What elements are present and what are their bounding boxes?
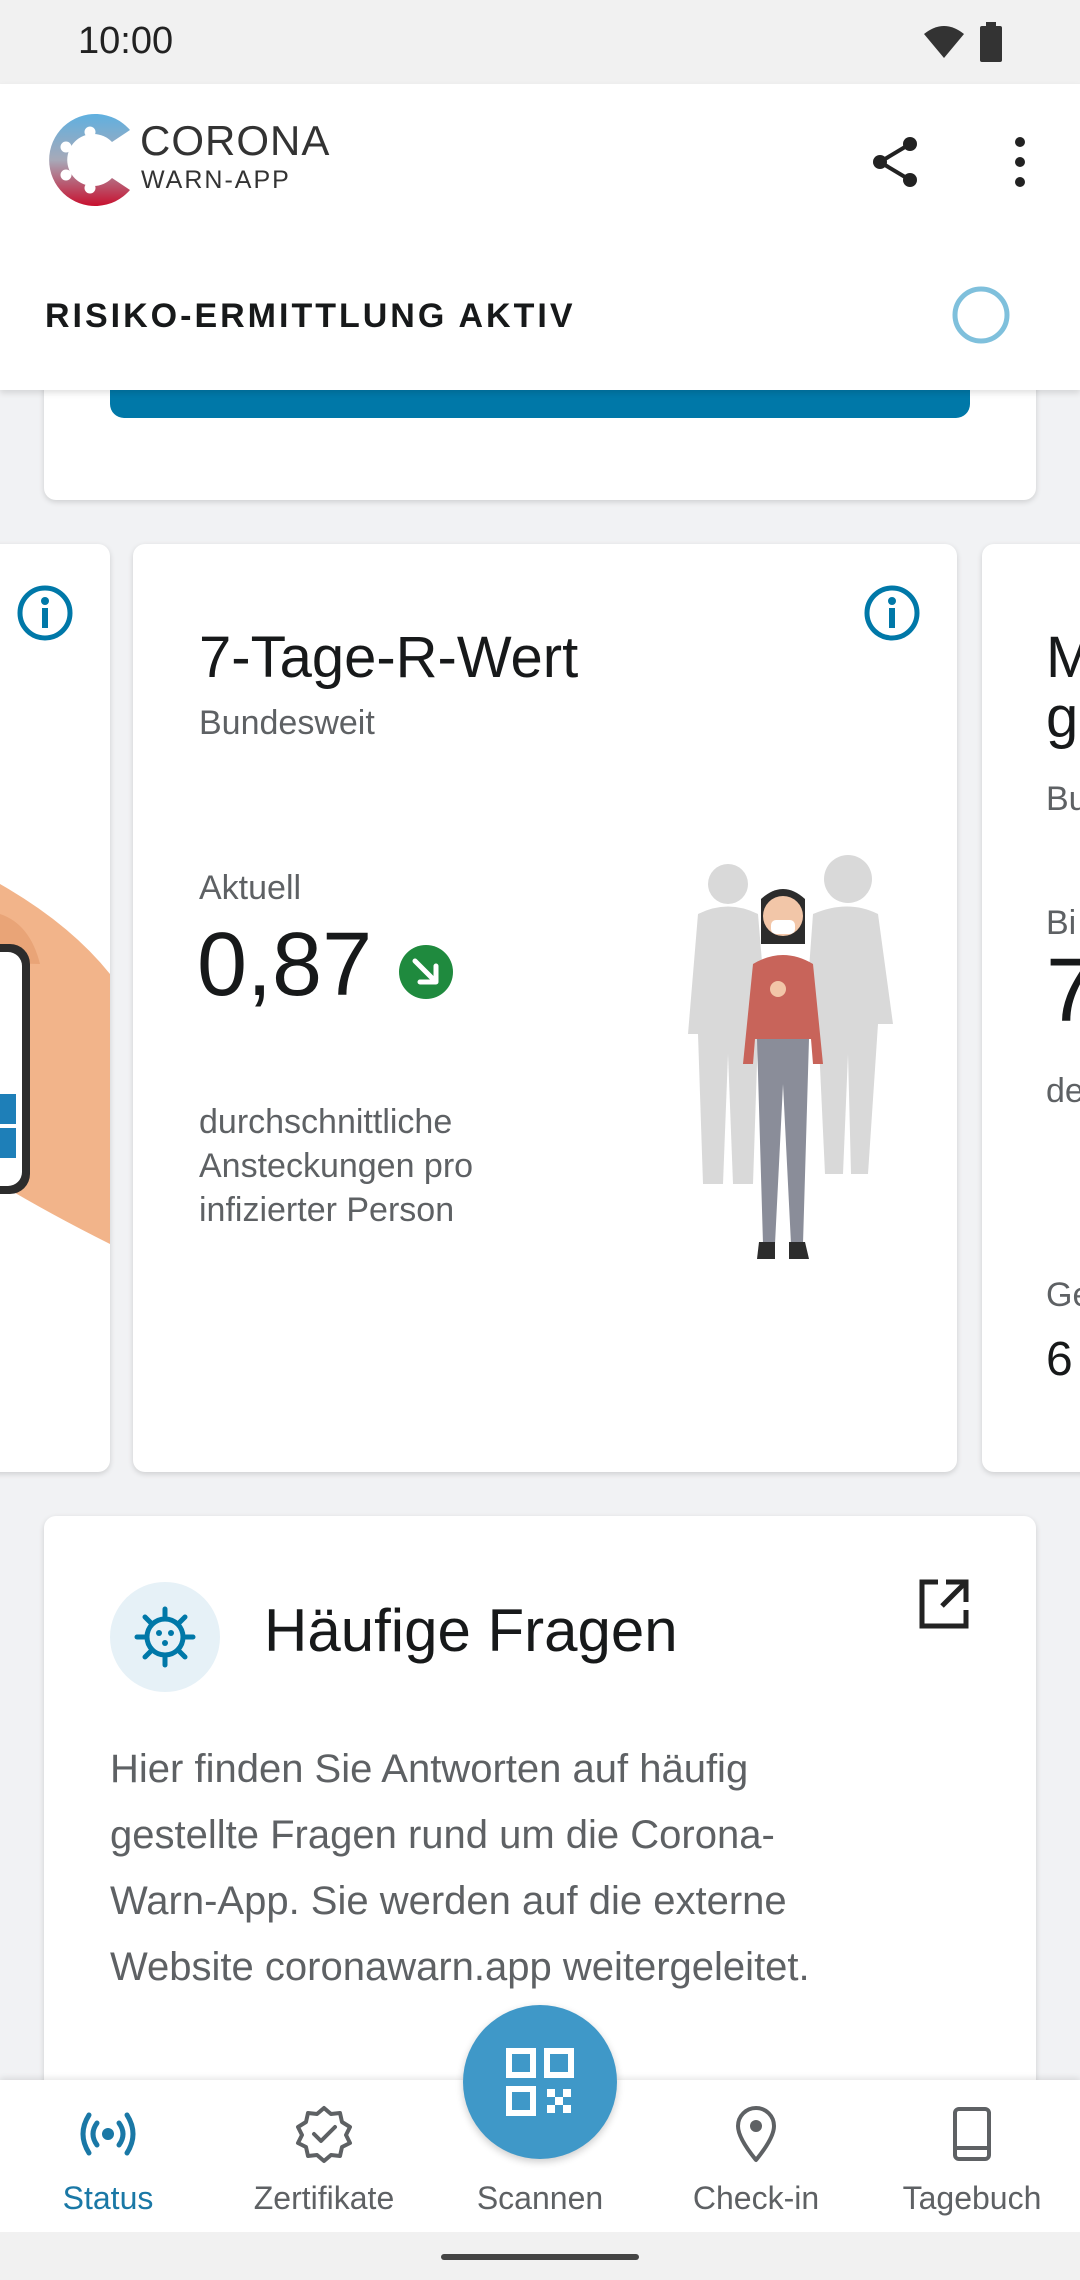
external-link-icon[interactable]	[916, 1576, 972, 1632]
app-screen: 10:00 CORONA WARN-APP RISIKO-ERMITTLUNG …	[0, 0, 1080, 2280]
app-header: CORONA WARN-APP RISIKO-ERMITTLUNG AKTIV	[0, 84, 1080, 390]
info-icon[interactable]	[863, 584, 921, 642]
nav-item-tagebuch[interactable]: Tagebuch	[864, 2080, 1080, 2232]
card-title: 7-Tage-R-Wert	[199, 625, 579, 690]
nav-item-check-in[interactable]: Check-in	[648, 2080, 864, 2232]
footer-value-partial: 6	[1046, 1333, 1073, 1386]
footer-label-partial: Ge	[1046, 1276, 1080, 1314]
risk-status-label: RISIKO-ERMITTLUNG AKTIV	[45, 297, 576, 335]
clock: 10:00	[78, 20, 174, 62]
card-title-partial: M	[1046, 625, 1080, 690]
value-partial: 7	[1046, 941, 1080, 1041]
home-gesture-handle[interactable]	[441, 2254, 639, 2260]
value-label: Aktuell	[199, 869, 302, 907]
nav-item-zertifikate[interactable]: Zertifikate	[216, 2080, 432, 2232]
card-subtitle: Bundesweit	[199, 704, 375, 742]
status-bar: 10:00	[0, 0, 1080, 84]
broadcast-icon	[80, 2112, 136, 2156]
book-icon	[953, 2107, 991, 2161]
virus-icon	[134, 1606, 196, 1668]
nav-item-label: Scannen	[476, 2180, 604, 2216]
info-icon[interactable]	[16, 584, 74, 642]
nav-item-status[interactable]: Status	[0, 2080, 216, 2232]
brand-subtitle: WARN-APP	[141, 166, 291, 194]
stat-card-previous[interactable]	[0, 544, 110, 1472]
value-description-partial: de	[1046, 1072, 1080, 1110]
battery-icon	[980, 22, 1002, 62]
nav-item-label: Zertifikate	[253, 2180, 395, 2216]
stat-card-next[interactable]: M g Bu Bi 7 de Ge 6	[982, 544, 1080, 1472]
share-icon[interactable]	[866, 132, 926, 192]
people-illustration	[688, 855, 893, 1259]
brand-title: CORONA	[140, 117, 331, 164]
card-title-partial-line2: g	[1046, 685, 1079, 750]
scan-qr-button[interactable]	[463, 2005, 617, 2159]
trend-down-icon	[399, 945, 453, 999]
more-options-icon[interactable]	[1000, 132, 1040, 192]
nav-item-label: Check-in	[692, 2180, 820, 2216]
corona-warn-app-logo-icon	[49, 113, 130, 206]
qr-code-icon	[506, 2048, 574, 2116]
value-label-partial: Bi	[1046, 904, 1077, 942]
value-description: durchschnittliche Ansteckungen pro infiz…	[199, 1103, 474, 1229]
faq-icon-badge	[110, 1582, 220, 1692]
risk-progress-icon	[952, 286, 1010, 344]
r-value: 0,87	[197, 915, 373, 1015]
r-value-card[interactable]: 7-Tage-R-Wert Bundesweit Aktuell 0,87 du…	[133, 544, 957, 1472]
certificate-icon	[296, 2106, 352, 2163]
card-subtitle-partial: Bu	[1046, 780, 1080, 818]
location-pin-icon	[736, 2106, 776, 2162]
wifi-icon	[924, 26, 964, 58]
faq-description: Hier finden Sie Antworten auf häufig ges…	[110, 1747, 810, 1989]
system-navigation-bar	[0, 2232, 1080, 2280]
nav-item-label: Tagebuch	[902, 2180, 1042, 2216]
faq-title: Häufige Fragen	[264, 1597, 678, 1664]
phone-hand-illustration	[0, 884, 110, 1244]
nav-item-label: Status	[62, 2180, 154, 2216]
